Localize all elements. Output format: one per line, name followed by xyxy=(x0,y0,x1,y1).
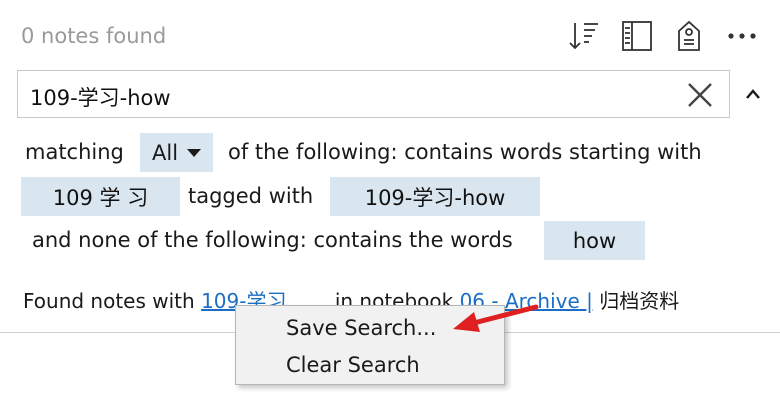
annotation-arrow-icon xyxy=(440,298,540,343)
tag-chip[interactable]: 109-学习-how xyxy=(330,177,540,216)
tagged-with-label: tagged with xyxy=(188,184,314,208)
excluded-words-chip[interactable]: how xyxy=(544,221,645,260)
notes-count: 0 notes found xyxy=(21,24,167,48)
row1-condition-text: of the following: contains words startin… xyxy=(228,140,702,164)
match-mode-dropdown[interactable]: All xyxy=(140,133,213,172)
match-mode-value: All xyxy=(152,140,179,165)
row3-condition-text: and none of the following: contains the … xyxy=(32,228,513,252)
clear-search-menu-item[interactable]: Clear Search xyxy=(286,353,420,377)
sort-icon[interactable] xyxy=(566,18,602,54)
tag-filter-icon[interactable] xyxy=(671,18,707,54)
notebook-suffix: 归档资料 xyxy=(599,289,680,313)
view-layout-icon[interactable] xyxy=(619,18,655,54)
collapse-icon[interactable] xyxy=(743,86,763,100)
save-search-menu-item[interactable]: Save Search... xyxy=(286,316,436,340)
search-input[interactable]: 109-学习-how xyxy=(30,82,171,112)
found-prefix: Found notes with xyxy=(23,289,195,313)
matching-label: matching xyxy=(25,140,124,164)
search-box[interactable]: 109-学习-how xyxy=(17,70,730,118)
chevron-down-icon xyxy=(187,148,202,157)
more-icon[interactable] xyxy=(724,18,760,54)
clear-icon[interactable] xyxy=(685,80,715,110)
words-chip[interactable]: 109 学 习 xyxy=(21,177,180,216)
